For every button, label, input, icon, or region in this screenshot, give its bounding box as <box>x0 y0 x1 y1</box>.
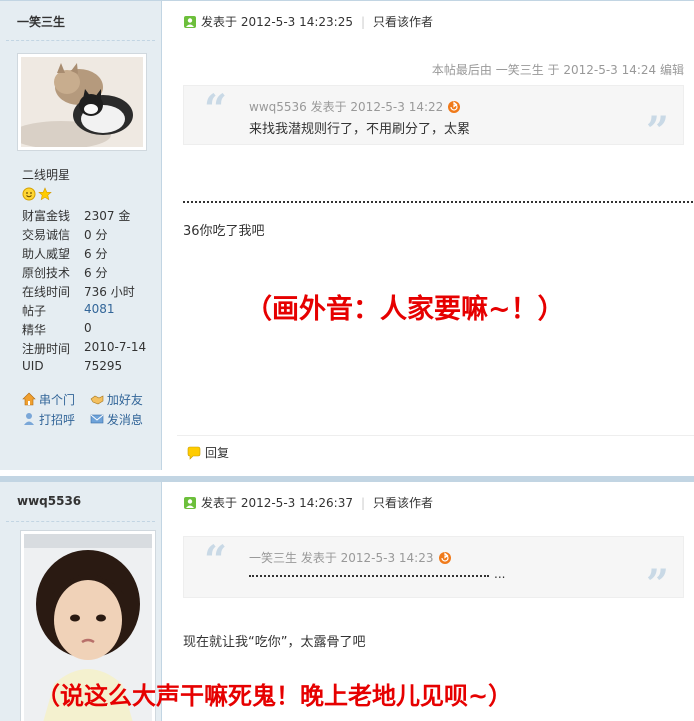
stat-row: 注册时间 2010-7-14 <box>22 340 147 356</box>
envelope-icon <box>90 414 104 424</box>
handshake-icon <box>90 395 104 405</box>
close-quote-icon: ” <box>645 561 669 608</box>
post-content-area: 发表于 2012-5-3 14:23:25 | 只看该作者 本帖最后由 一笑三生… <box>163 1 694 470</box>
user-stats: 财富金钱 2307 金 交易诚信 0 分 助人威望 6 分 原创技术 6 分 在线时间 7… <box>22 207 146 378</box>
greet-button[interactable]: 打招呼 <box>22 409 86 429</box>
close-quote-icon: ” <box>645 108 669 155</box>
author-name[interactable]: wwq5536 <box>17 494 81 508</box>
stat-row: 在线时间 736 小时 <box>22 285 135 299</box>
post-meta: 发表于 2012-5-3 14:26:37 | 只看该作者 <box>183 494 433 511</box>
speech-bubble-icon <box>187 446 201 460</box>
red-caption: （画外音：人家要嘛~！） <box>245 294 565 325</box>
quote-body: 来找我潜规则行了，不用刷分了，太累 <box>249 122 471 137</box>
add-friend-button[interactable]: 加好友 <box>90 389 154 409</box>
quote-dotted-line <box>249 575 489 577</box>
open-quote-icon: “ <box>204 537 228 584</box>
post-1: 一笑三生 二线明星 财富金钱 2307 金 交易诚信 0 分 助人威望 6 分 … <box>0 0 694 470</box>
visit-button[interactable]: 串个门 <box>22 389 86 409</box>
online-icon <box>184 496 196 509</box>
quote-block: “ wwq5536 发表于 2012-5-3 14:22 来找我潜规则行了，不用… <box>183 85 684 152</box>
post-count-link[interactable]: 4081 <box>84 302 115 321</box>
post-text: 36你吃了我吧 <box>183 224 265 239</box>
edit-note: 本帖最后由 一笑三生 于 2012-5-3 14:24 编辑 <box>431 63 684 77</box>
only-author-link[interactable]: 只看该作者 <box>373 13 433 30</box>
online-icon <box>184 15 196 28</box>
avatar[interactable] <box>17 53 147 151</box>
home-icon <box>22 392 36 406</box>
smiley-icon <box>22 187 36 201</box>
user-rank: 二线明星 <box>22 168 71 182</box>
jump-to-post-icon[interactable] <box>438 551 452 565</box>
stat-row: UID 75295 <box>22 359 123 373</box>
divider <box>6 521 155 522</box>
stat-row: 财富金钱 2307 金 <box>22 209 131 223</box>
author-name[interactable]: 一笑三生 <box>17 13 65 30</box>
stat-row: 帖子 4081 <box>22 302 146 321</box>
post-time: 发表于 2012-5-3 14:26:37 <box>201 496 353 510</box>
quote-block: “ 一笑三生 发表于 2012-5-3 14:23 ... ” <box>183 536 684 605</box>
cats-photo <box>21 57 143 147</box>
stat-row: 助人威望 6 分 <box>22 247 108 261</box>
stat-row: 原创技术 6 分 <box>22 266 108 280</box>
reply-button[interactable]: 回复 <box>187 444 229 461</box>
dotted-divider <box>183 201 693 203</box>
divider <box>6 40 155 41</box>
user-actions: 串个门 加好友 打招呼 发消息 <box>22 389 162 429</box>
author-sidebar: 一笑三生 二线明星 财富金钱 2307 金 交易诚信 0 分 助人威望 6 分 … <box>0 1 162 470</box>
stat-row: 精华 0 <box>22 321 92 337</box>
quote-ellipsis: ... <box>494 567 506 581</box>
quote-header: 一笑三生 发表于 2012-5-3 14:23 <box>249 549 452 566</box>
divider <box>177 435 694 436</box>
post-text: 现在就让我“吃你”，太露骨了吧 <box>183 635 366 650</box>
post-meta: 发表于 2012-5-3 14:23:25 | 只看该作者 <box>183 13 433 30</box>
jump-to-post-icon[interactable] <box>447 100 461 114</box>
star-icon <box>38 187 52 201</box>
only-author-link[interactable]: 只看该作者 <box>373 494 433 511</box>
quote-header: wwq5536 发表于 2012-5-3 14:22 <box>249 98 461 115</box>
stat-row: 交易诚信 0 分 <box>22 228 108 242</box>
greet-icon <box>24 413 34 425</box>
post-time: 发表于 2012-5-3 14:23:25 <box>201 15 353 29</box>
message-button[interactable]: 发消息 <box>90 409 154 429</box>
open-quote-icon: “ <box>204 86 228 133</box>
rank-icons <box>22 187 52 201</box>
red-caption: （说这么大声干嘛死鬼！晚上老地儿见呗~） <box>36 682 513 710</box>
